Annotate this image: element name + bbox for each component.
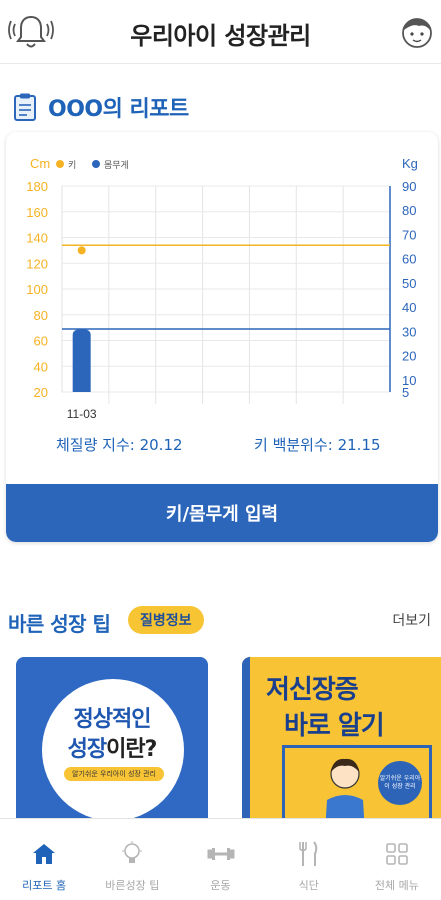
right-axis-tick-label: 50: [402, 276, 416, 291]
left-axis-tick-label: 120: [26, 256, 48, 271]
nav-label: 리포트 홈: [22, 879, 67, 892]
left-axis-tick-label: 40: [34, 359, 48, 374]
tip-card-normal-growth[interactable]: 정상적인 성장이란? 알기쉬운 우리아이 성장 관리: [16, 657, 208, 829]
right-axis-tick-label: 80: [402, 203, 416, 218]
height-percentile-stat: 키 백분위수: 21.15: [254, 436, 381, 454]
tip-card-line1: 정상적인: [73, 707, 152, 732]
legend-label: 몸무게: [104, 160, 129, 170]
right-axis-tick-label: 40: [402, 300, 416, 315]
right-axis-tick-label: 10: [402, 373, 416, 388]
lightbulb-icon: [117, 841, 147, 867]
legend-label: 키: [68, 160, 76, 170]
left-axis-tick-label: 80: [34, 308, 48, 323]
dumbbell-icon: [206, 841, 236, 867]
left-axis-tick-label: 20: [34, 385, 48, 400]
nav-label: 바른성장 팁: [105, 879, 160, 892]
stats-row: 체질량 지수: 20.12 키 백분위수: 21.15: [6, 434, 438, 458]
more-link[interactable]: 더보기: [392, 610, 431, 630]
nav-all-menu[interactable]: 전체 메뉴: [353, 819, 441, 900]
clipboard-icon: [14, 93, 36, 121]
report-heading: OOO의 리포트: [14, 90, 189, 124]
right-axis-unit-label: Kg: [402, 156, 418, 171]
legend-marker: [92, 160, 100, 168]
x-axis-tick-label: 11-03: [67, 407, 97, 421]
app-title: 우리아이 성장관리: [130, 22, 311, 50]
left-axis-tick-label: 60: [34, 334, 48, 349]
right-axis-tick-label: 90: [402, 179, 416, 194]
right-axis-tick-label: 70: [402, 227, 416, 242]
fork-knife-icon: [294, 841, 324, 867]
growth-chart: 2040608010012014016018051020304050607080…: [26, 156, 418, 421]
bottom-navigation: 리포트 홈 바른성장 팁 운동 식단 전체 메뉴: [0, 818, 441, 900]
tip-card-subtitle: 알기쉬운 우리아이 성장 관리: [64, 767, 164, 781]
profile-avatar-icon[interactable]: [399, 14, 435, 50]
height-weight-input-button[interactable]: 키/몸무게 입력: [6, 484, 438, 542]
tip-card-badge: 알기쉬운 우리아이 성장 관리: [378, 761, 422, 805]
growth-chart-card: 20 40 60 80 100 120 140 160 180 5 10 20 30 40 50 60 70 80…: [6, 132, 438, 542]
tip-card-line1: 저신장증: [266, 675, 359, 705]
app-header: 우리아이 성장관리: [0, 0, 441, 64]
left-axis-tick-label: 160: [26, 205, 48, 220]
grid-menu-icon: [382, 841, 412, 867]
weight-bar: [72, 328, 91, 392]
growth-tips-title: 바른 성장 팁: [8, 612, 111, 636]
right-axis-tick-label: 60: [402, 252, 416, 267]
left-axis-tick-label: 100: [26, 282, 48, 297]
nav-label: 전체 메뉴: [374, 879, 419, 892]
report-title: OOO의 리포트: [48, 97, 189, 122]
home-icon: [29, 841, 59, 867]
left-axis-unit-label: Cm: [30, 156, 50, 171]
growth-tips-header: 바른 성장 팁 질병정보 더보기: [8, 606, 433, 636]
disease-info-badge[interactable]: 질병정보: [128, 606, 204, 634]
tip-card-stripe: [242, 657, 250, 829]
nav-label: 식단: [298, 879, 319, 892]
height-point: [77, 246, 86, 255]
nav-report-home[interactable]: 리포트 홈: [0, 819, 88, 900]
tip-card-line2: 바로 알기: [284, 711, 385, 741]
nav-growth-tips[interactable]: 바른성장 팁: [88, 819, 176, 900]
left-axis-tick-label: 180: [26, 179, 48, 194]
nav-label: 운동: [210, 879, 231, 892]
left-axis-tick-label: 140: [26, 231, 48, 246]
right-axis-tick-label: 30: [402, 324, 416, 339]
tip-card-short-stature[interactable]: 저신장증 바로 알기 알기쉬운 우리아이 성장 관리: [242, 657, 441, 829]
bmi-stat: 체질량 지수: 20.12: [56, 436, 183, 454]
right-axis-tick-label: 20: [402, 349, 416, 364]
nav-diet[interactable]: 식단: [265, 819, 353, 900]
legend-marker: [56, 160, 64, 168]
tip-card-line2: 성장이란?: [67, 737, 158, 762]
nav-exercise[interactable]: 운동: [176, 819, 264, 900]
